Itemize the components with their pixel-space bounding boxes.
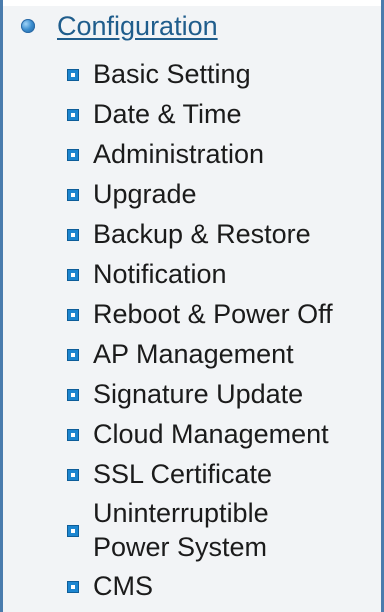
configuration-submenu: Basic Setting Date & Time Administration… xyxy=(67,54,333,606)
configuration-link[interactable]: Configuration xyxy=(57,10,218,42)
menu-item-label: Backup & Restore xyxy=(93,219,311,249)
square-bullet-icon xyxy=(67,69,79,81)
square-bullet-icon xyxy=(67,109,79,121)
menu-item-notification[interactable]: Notification xyxy=(67,254,333,294)
menu-item-basic-setting[interactable]: Basic Setting xyxy=(67,54,333,94)
menu-item-administration[interactable]: Administration xyxy=(67,134,333,174)
menu-item-label: CMS xyxy=(93,571,153,601)
menu-item-label: Reboot & Power Off xyxy=(93,299,333,329)
menu-item-label: Administration xyxy=(93,139,265,169)
square-bullet-icon xyxy=(67,581,79,593)
top-band xyxy=(3,0,381,6)
menu-item-ap-management[interactable]: AP Management xyxy=(67,334,333,374)
menu-item-backup-restore[interactable]: Backup & Restore xyxy=(67,214,333,254)
menu-item-label: Date & Time xyxy=(93,99,242,129)
menu-item-label: Uninterruptible Power System xyxy=(93,498,269,562)
square-bullet-icon xyxy=(67,309,79,321)
menu-item-cloud-management[interactable]: Cloud Management xyxy=(67,414,333,454)
menu-item-label: SSL Certificate xyxy=(93,459,273,489)
menu-item-label: Upgrade xyxy=(93,179,197,209)
menu-item-date-time[interactable]: Date & Time xyxy=(67,94,333,134)
menu-item-signature-update[interactable]: Signature Update xyxy=(67,374,333,414)
square-bullet-icon xyxy=(67,389,79,401)
square-bullet-icon xyxy=(67,469,79,481)
square-bullet-icon xyxy=(67,269,79,281)
square-bullet-icon xyxy=(67,149,79,161)
menu-item-uninterruptible-power-system[interactable]: Uninterruptible Power System xyxy=(67,494,333,566)
square-bullet-icon xyxy=(67,429,79,441)
square-bullet-icon xyxy=(67,229,79,241)
globe-bullet-icon xyxy=(21,19,35,33)
menu-item-upgrade[interactable]: Upgrade xyxy=(67,174,333,214)
menu-item-cms[interactable]: CMS xyxy=(67,566,333,606)
menu-item-label: Notification xyxy=(93,259,227,289)
menu-item-reboot-power-off[interactable]: Reboot & Power Off xyxy=(67,294,333,334)
menu-item-ssl-certificate[interactable]: SSL Certificate xyxy=(67,454,333,494)
square-bullet-icon xyxy=(67,525,79,537)
section-header: Configuration xyxy=(21,10,218,42)
menu-item-label: Cloud Management xyxy=(93,419,329,449)
menu-item-label: Signature Update xyxy=(93,379,304,409)
menu-item-label: AP Management xyxy=(93,339,294,369)
configuration-menu-panel: Configuration Basic Setting Date & Time … xyxy=(0,0,384,612)
menu-item-label: Basic Setting xyxy=(93,59,251,89)
square-bullet-icon xyxy=(67,349,79,361)
square-bullet-icon xyxy=(67,189,79,201)
